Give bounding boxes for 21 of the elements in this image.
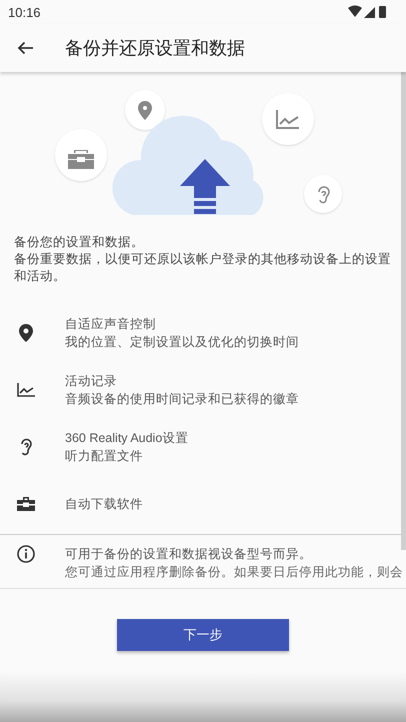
status-time: 10:16 [8,4,41,20]
info-note: 可用于备份的设置和数据视设备型号而异。 [65,546,312,562]
intro-body: 备份重要数据，以便可还原以该帐户登录的其他移动设备上的设置和活动。 [14,251,392,285]
info-icon [16,545,34,563]
intro-heading: 备份您的设置和数据。 [14,234,145,251]
next-button[interactable]: 下一步 [117,619,289,651]
item-subtitle: 音频设备的使用时间记录和已获得的徽章 [65,391,299,408]
line-chart-icon [16,383,34,397]
status-icons [348,5,388,19]
location-pin-icon [18,324,32,342]
item-subtitle: 我的位置、定制设置以及优化的切换时间 [65,334,299,351]
info-note: 您可通过应用程序删除备份。如果要日后停用此功能，则会 [65,565,404,580]
item-title: 自动下载软件 [65,496,143,513]
ear-icon [20,438,32,456]
toolbox-icon [16,497,34,511]
screen-title: 备份并还原设置和数据 [65,37,245,60]
item-subtitle: 听力配置文件 [65,448,144,465]
item-title: 360 Reality Audio设置 [65,430,188,447]
item-title: 自适应声音控制 [65,316,157,333]
item-title: 活动记录 [65,373,118,390]
back-arrow-icon [17,41,33,55]
